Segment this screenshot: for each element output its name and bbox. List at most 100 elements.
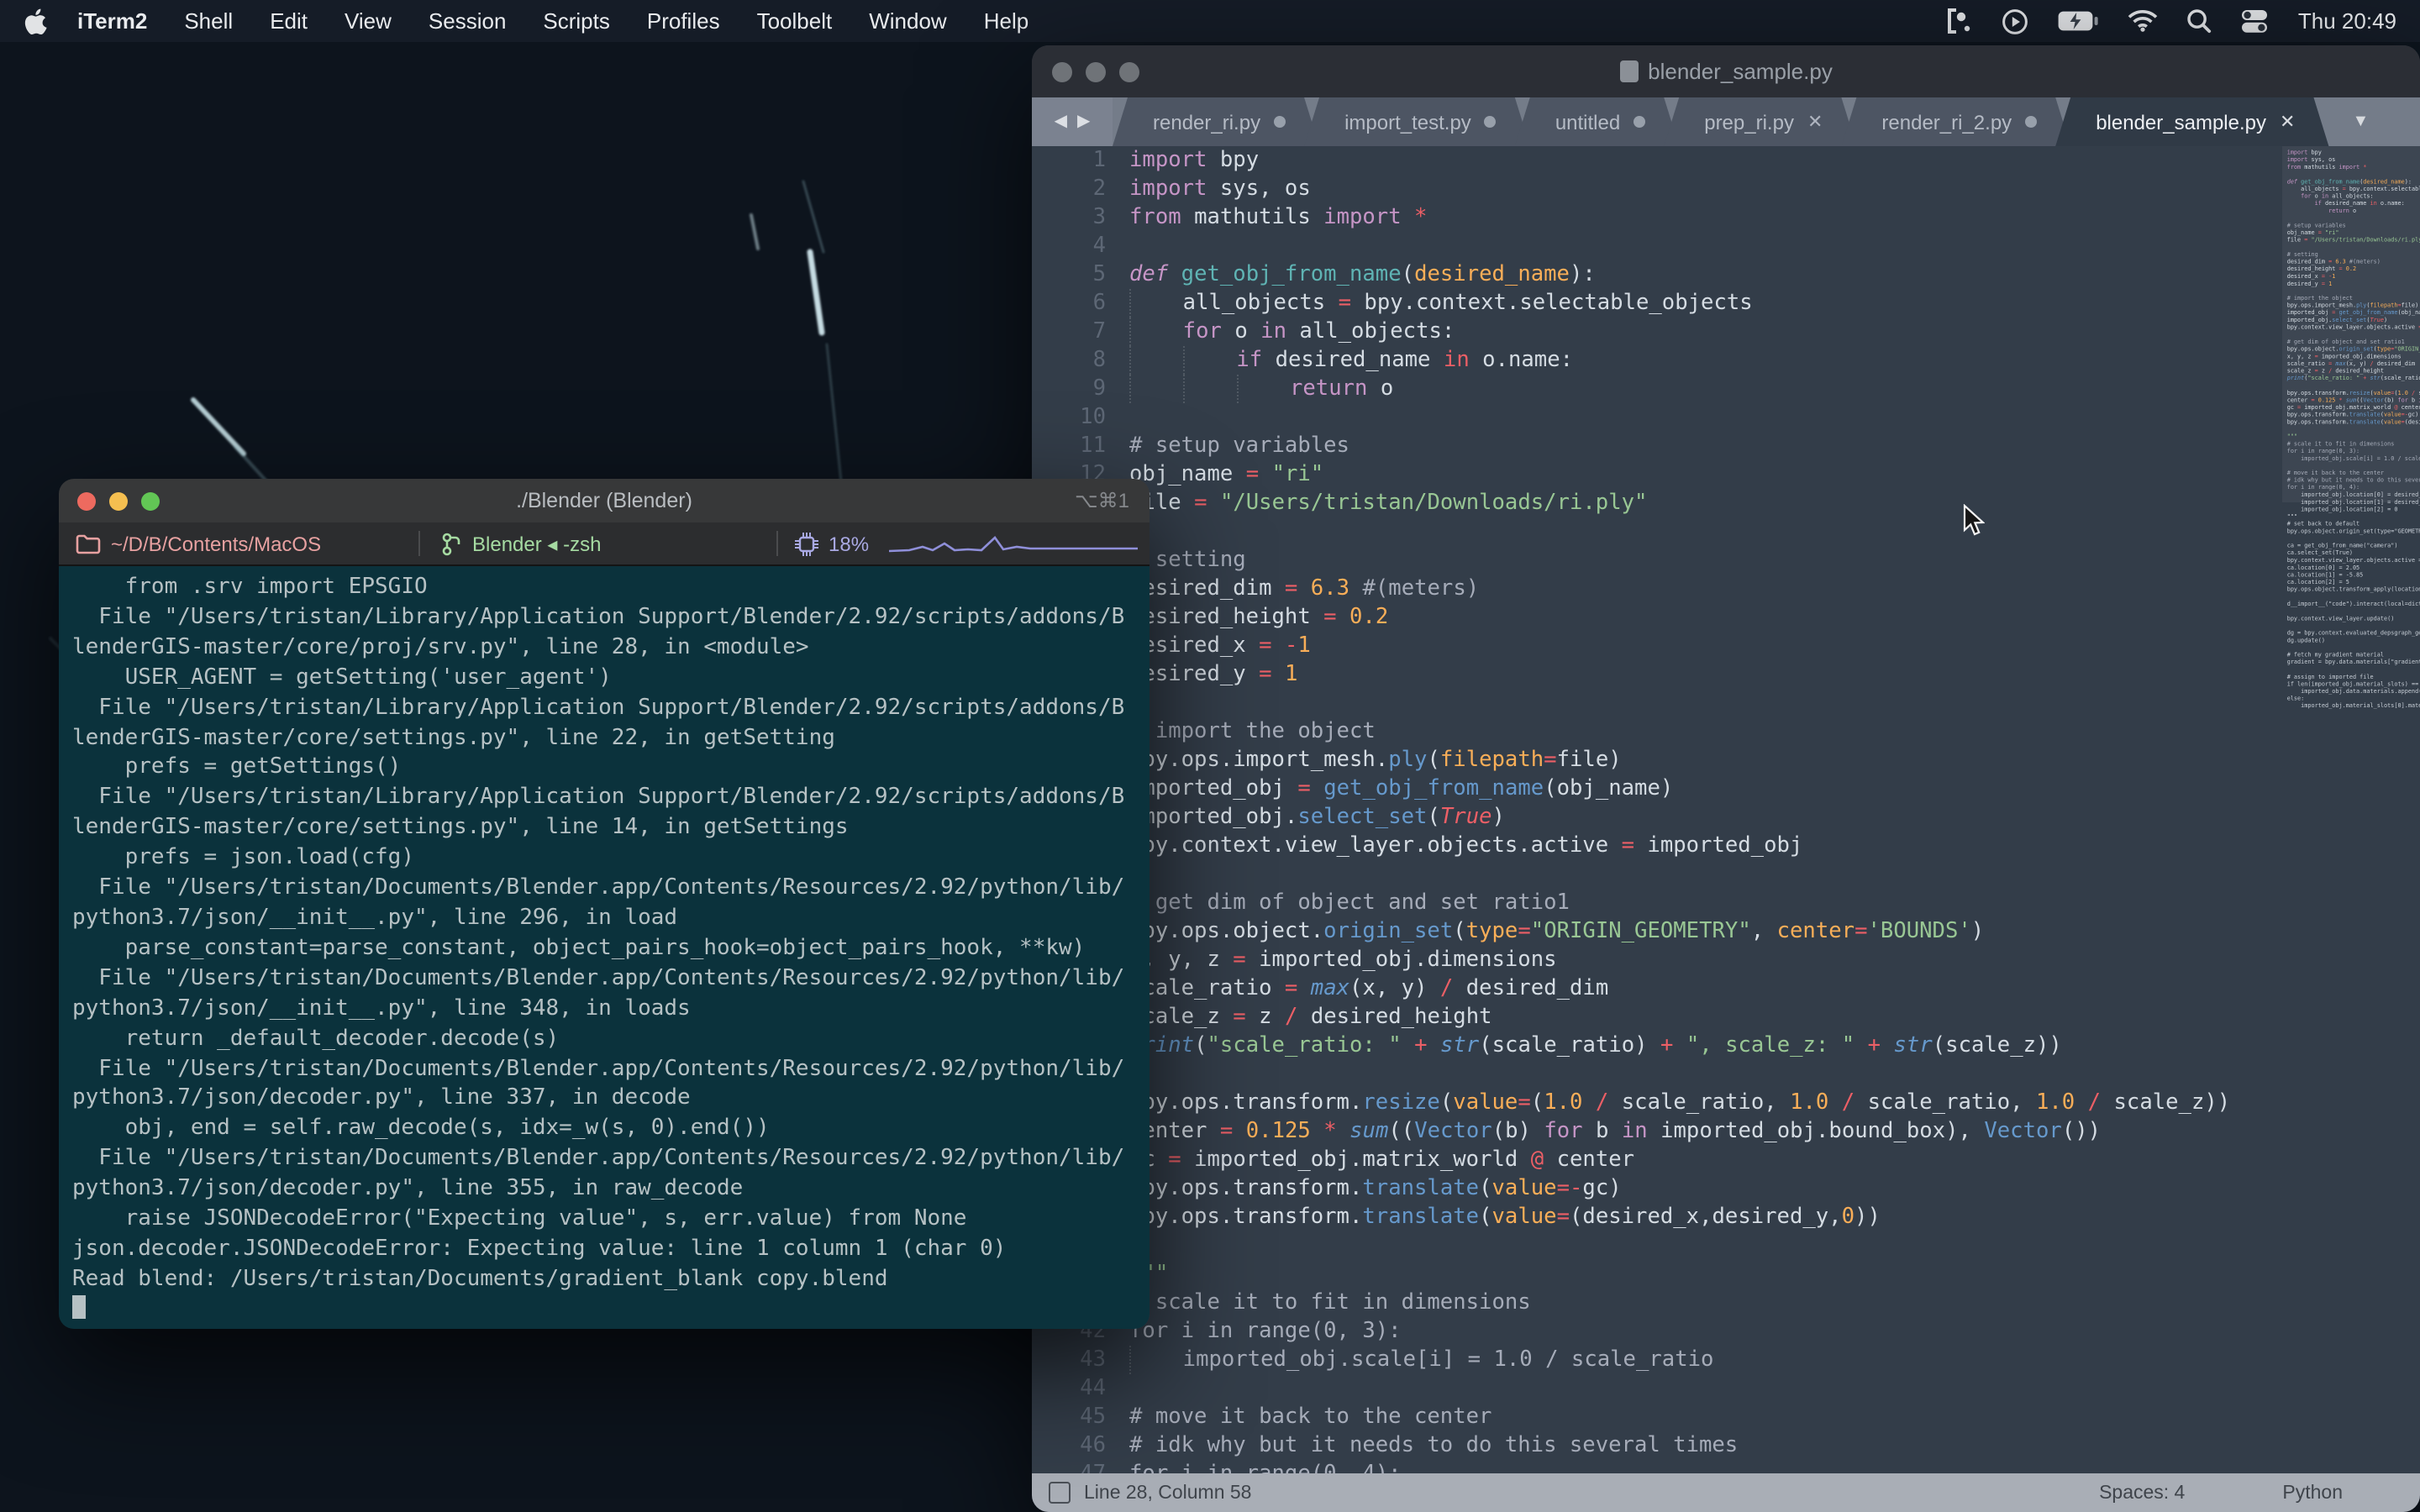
tab-history-back-icon[interactable]: ◀ bbox=[1055, 113, 1067, 131]
code-line: imported_obj.scale[i] = 1.0 / scale_rati… bbox=[1129, 1346, 2282, 1374]
editor-tabbar: ◀ ▶ render_ri.pyimport_test.pyuntitledpr… bbox=[1032, 97, 2420, 146]
tab-label: prep_ri.py bbox=[1704, 110, 1794, 134]
editor-titlebar[interactable]: blender_sample.py bbox=[1032, 45, 2420, 97]
menu-item-help[interactable]: Help bbox=[984, 8, 1029, 34]
code-line bbox=[1129, 517, 2282, 546]
menu-item-window[interactable]: Window bbox=[869, 8, 947, 34]
terminal-line: python3.7/json/decoder.py", line 355, in… bbox=[72, 1174, 1136, 1205]
tab-dirty-icon[interactable] bbox=[1485, 116, 1497, 128]
terminal-line: prefs = getSettings() bbox=[72, 753, 1136, 784]
code-line: desired_y = 1 bbox=[1129, 660, 2282, 689]
terminal-line: File "/Users/tristan/Library/Application… bbox=[72, 784, 1136, 814]
code-line: """ bbox=[1129, 1260, 2282, 1289]
code-line: if desired_name in o.name: bbox=[1129, 346, 2282, 375]
menu-item-toolbelt[interactable]: Toolbelt bbox=[757, 8, 833, 34]
folder-icon bbox=[76, 533, 101, 554]
job-icon bbox=[440, 532, 462, 555]
desktop: iTerm2 Shell Edit View Session Scripts Profil… bbox=[0, 0, 2420, 1512]
code-line: bpy.ops.transform.resize(value=(1.0 / sc… bbox=[1129, 1089, 2282, 1117]
terminal-output[interactable]: from .srv import EPSGIO File "/Users/tri… bbox=[59, 566, 1150, 1329]
tab-render_ri-py[interactable]: render_ri.py bbox=[1113, 97, 1319, 146]
code-line bbox=[1129, 689, 2282, 717]
code-line: imported_obj = get_obj_from_name(obj_nam… bbox=[1129, 774, 2282, 803]
terminal-line: lenderGIS-master/core/settings.py", line… bbox=[72, 723, 1136, 753]
code-line bbox=[1129, 1231, 2282, 1260]
terminal-line: File "/Users/tristan/Documents/Blender.a… bbox=[72, 964, 1136, 995]
menu-item-session[interactable]: Session bbox=[429, 8, 507, 34]
terminal-line: return _default_decoder.decode(s) bbox=[72, 1024, 1136, 1054]
menu-item-edit[interactable]: Edit bbox=[270, 8, 308, 34]
terminal-line: python3.7/json/__init__.py", line 296, i… bbox=[72, 904, 1136, 934]
terminal-line: prefs = json.load(cfg) bbox=[72, 843, 1136, 874]
code-line: file = "/Users/tristan/Downloads/ri.ply" bbox=[1129, 489, 2282, 517]
tab-label: render_ri.py bbox=[1153, 110, 1260, 134]
language-mode[interactable]: Python bbox=[2282, 1483, 2343, 1503]
tab-prep_ri-py[interactable]: prep_ri.py ✕ bbox=[1664, 97, 1856, 146]
menu-item-shell[interactable]: Shell bbox=[184, 8, 233, 34]
tab-dirty-icon[interactable] bbox=[2025, 116, 2037, 128]
tab-blender_sample-py[interactable]: blender_sample.py✕ bbox=[2055, 97, 2328, 146]
code-line: import sys, os bbox=[1129, 175, 2282, 203]
tab-history-forward-icon[interactable]: ▶ bbox=[1077, 113, 1090, 131]
code-line: scale_ratio = max(x, y) / desired_dim bbox=[1129, 974, 2282, 1003]
editor-body[interactable]: 1234567891011121314151617181920212223242… bbox=[1032, 146, 2420, 1473]
tab-list-dropdown-icon[interactable]: ▼ bbox=[2332, 97, 2389, 146]
tab-close-icon[interactable]: ✕ bbox=[1807, 111, 1823, 133]
menubar-app-name[interactable]: iTerm2 bbox=[77, 8, 147, 34]
code-line: desired_height = 0.2 bbox=[1129, 603, 2282, 632]
terminal-line: json.decoder.JSONDecodeError: Expecting … bbox=[72, 1235, 1136, 1265]
code-line: obj_name = "ri" bbox=[1129, 460, 2282, 489]
terminal-line: USER_AGENT = getSetting('user_agent') bbox=[72, 663, 1136, 693]
play-circle-icon[interactable] bbox=[2002, 8, 2029, 34]
terminal-line: python3.7/json/decoder.py", line 337, in… bbox=[72, 1084, 1136, 1115]
code-pane[interactable]: import bpyimport sys, osfrom mathutils i… bbox=[1129, 146, 2282, 1473]
code-line: print("scale_ratio: " + str(scale_ratio)… bbox=[1129, 1032, 2282, 1060]
tab-import_test-py[interactable]: import_test.py bbox=[1304, 97, 1530, 146]
code-line: # import the object bbox=[1129, 717, 2282, 746]
menu-item-view[interactable]: View bbox=[345, 8, 392, 34]
code-line: # move it back to the center bbox=[1129, 1403, 2282, 1431]
tab-close-icon[interactable]: ✕ bbox=[2280, 111, 2295, 133]
code-line bbox=[1129, 860, 2282, 889]
menubar-clock[interactable]: Thu 20:49 bbox=[2298, 8, 2396, 34]
code-line: return o bbox=[1129, 375, 2282, 403]
tab-dirty-icon[interactable] bbox=[1634, 116, 1645, 128]
code-line: import bpy bbox=[1129, 146, 2282, 175]
wifi-icon[interactable] bbox=[2128, 10, 2159, 32]
menu-item-profiles[interactable]: Profiles bbox=[647, 8, 720, 34]
code-line: # scale it to fit in dimensions bbox=[1129, 1289, 2282, 1317]
current-job[interactable]: Blender ◂ -zsh bbox=[420, 532, 776, 555]
code-line: bpy.ops.import_mesh.ply(filepath=file) bbox=[1129, 746, 2282, 774]
app-bracket-icon[interactable] bbox=[1947, 8, 1974, 34]
terminal-line: Read blend: /Users/tristan/Documents/gra… bbox=[72, 1265, 1136, 1295]
code-line: desired_dim = 6.3 #(meters) bbox=[1129, 575, 2282, 603]
terminal-toolbar: ~/D/B/Contents/MacOS Blender ◂ -zsh 18% bbox=[59, 522, 1150, 566]
code-line: gc = imported_obj.matrix_world @ center bbox=[1129, 1146, 2282, 1174]
spotlight-icon[interactable] bbox=[2187, 8, 2212, 34]
control-center-icon[interactable] bbox=[2241, 8, 2270, 34]
code-line bbox=[1129, 403, 2282, 432]
code-line: # idk why but it needs to do this severa… bbox=[1129, 1431, 2282, 1460]
tab-render_ri_2-py[interactable]: render_ri_2.py bbox=[1841, 97, 2070, 146]
terminal-window-title: ./Blender (Blender) bbox=[59, 489, 1150, 512]
terminal-window-shortcut: ⌥⌘1 bbox=[1075, 489, 1129, 512]
code-line: # get dim of object and set ratio1 bbox=[1129, 889, 2282, 917]
cpu-usage[interactable]: 18% bbox=[778, 532, 869, 555]
terminal-cursor bbox=[72, 1295, 85, 1319]
tab-untitled[interactable]: untitled bbox=[1515, 97, 1679, 146]
code-line: bpy.ops.object.origin_set(type="ORIGIN_G… bbox=[1129, 917, 2282, 946]
menu-item-scripts[interactable]: Scripts bbox=[543, 8, 609, 34]
terminal-titlebar[interactable]: ./Blender (Blender) ⌥⌘1 bbox=[59, 479, 1150, 522]
tab-dirty-icon[interactable] bbox=[1274, 116, 1286, 128]
battery-charging-icon[interactable] bbox=[2058, 10, 2100, 32]
code-line: for i in range(0, 3): bbox=[1129, 1317, 2282, 1346]
terminal-line: python3.7/json/__init__.py", line 348, i… bbox=[72, 994, 1136, 1024]
apple-menu[interactable] bbox=[24, 8, 47, 34]
code-line: desired_x = -1 bbox=[1129, 632, 2282, 660]
indentation-setting[interactable]: Spaces: 4 bbox=[2099, 1483, 2185, 1503]
mouse-pointer bbox=[1963, 504, 1985, 536]
pane-icon[interactable] bbox=[1049, 1482, 1071, 1504]
code-line: bpy.context.view_layer.objects.active = … bbox=[1129, 832, 2282, 860]
working-directory[interactable]: ~/D/B/Contents/MacOS bbox=[59, 532, 418, 555]
minimap[interactable]: import bpyimport sys, osfrom mathutils i… bbox=[2282, 146, 2420, 1473]
